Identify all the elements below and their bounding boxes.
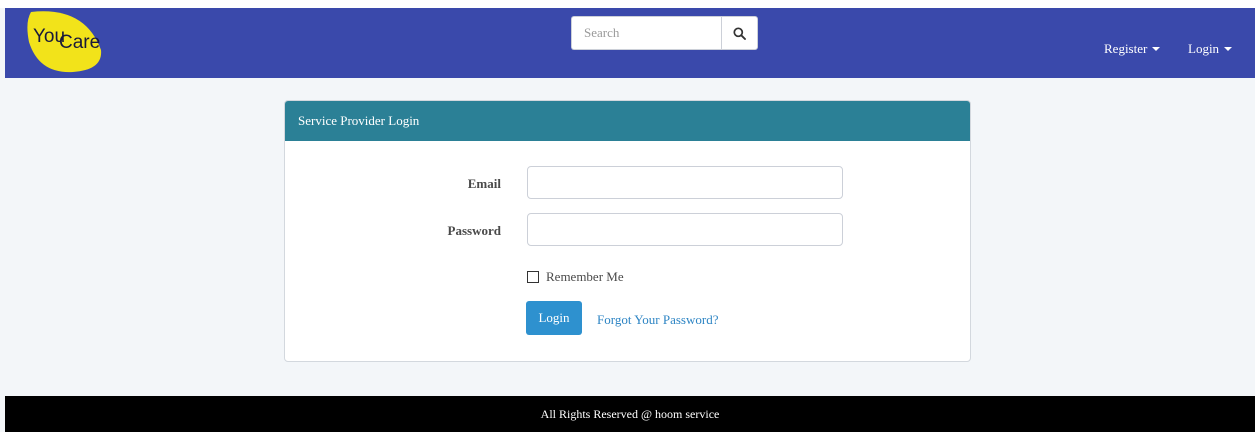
logo-leaf-icon: You Care — [27, 11, 102, 73]
email-field[interactable] — [527, 166, 843, 199]
navbar: You Care Register Login — [5, 8, 1255, 78]
login-menu[interactable]: Login — [1188, 41, 1233, 57]
login-button[interactable]: Login — [526, 301, 582, 335]
register-menu[interactable]: Register — [1104, 41, 1161, 57]
footer: All Rights Reserved @ hoom service — [5, 396, 1255, 432]
panel-title: Service Provider Login — [285, 101, 970, 141]
forgot-password-link[interactable]: Forgot Your Password? — [597, 312, 718, 328]
password-field[interactable] — [527, 213, 843, 246]
chevron-down-icon — [1224, 47, 1233, 51]
chevron-down-icon — [1152, 47, 1161, 51]
password-label: Password — [447, 223, 501, 238]
svg-text:Care: Care — [59, 32, 100, 53]
search-input[interactable] — [571, 16, 721, 50]
remember-me-checkbox[interactable] — [527, 271, 539, 283]
search-icon — [733, 26, 746, 40]
brand-logo[interactable]: You Care — [25, 8, 105, 74]
login-menu-label: Login — [1188, 41, 1220, 56]
register-label: Register — [1104, 41, 1148, 56]
search-button[interactable] — [721, 16, 758, 50]
login-panel: Service Provider Login Email Password Re… — [284, 100, 971, 362]
top-strip — [0, 0, 1255, 8]
email-label: Email — [467, 176, 501, 191]
search-group — [571, 16, 758, 50]
remember-me-row[interactable]: Remember Me — [527, 269, 624, 285]
footer-text: All Rights Reserved @ hoom service — [540, 406, 720, 421]
remember-me-label: Remember Me — [546, 269, 624, 284]
